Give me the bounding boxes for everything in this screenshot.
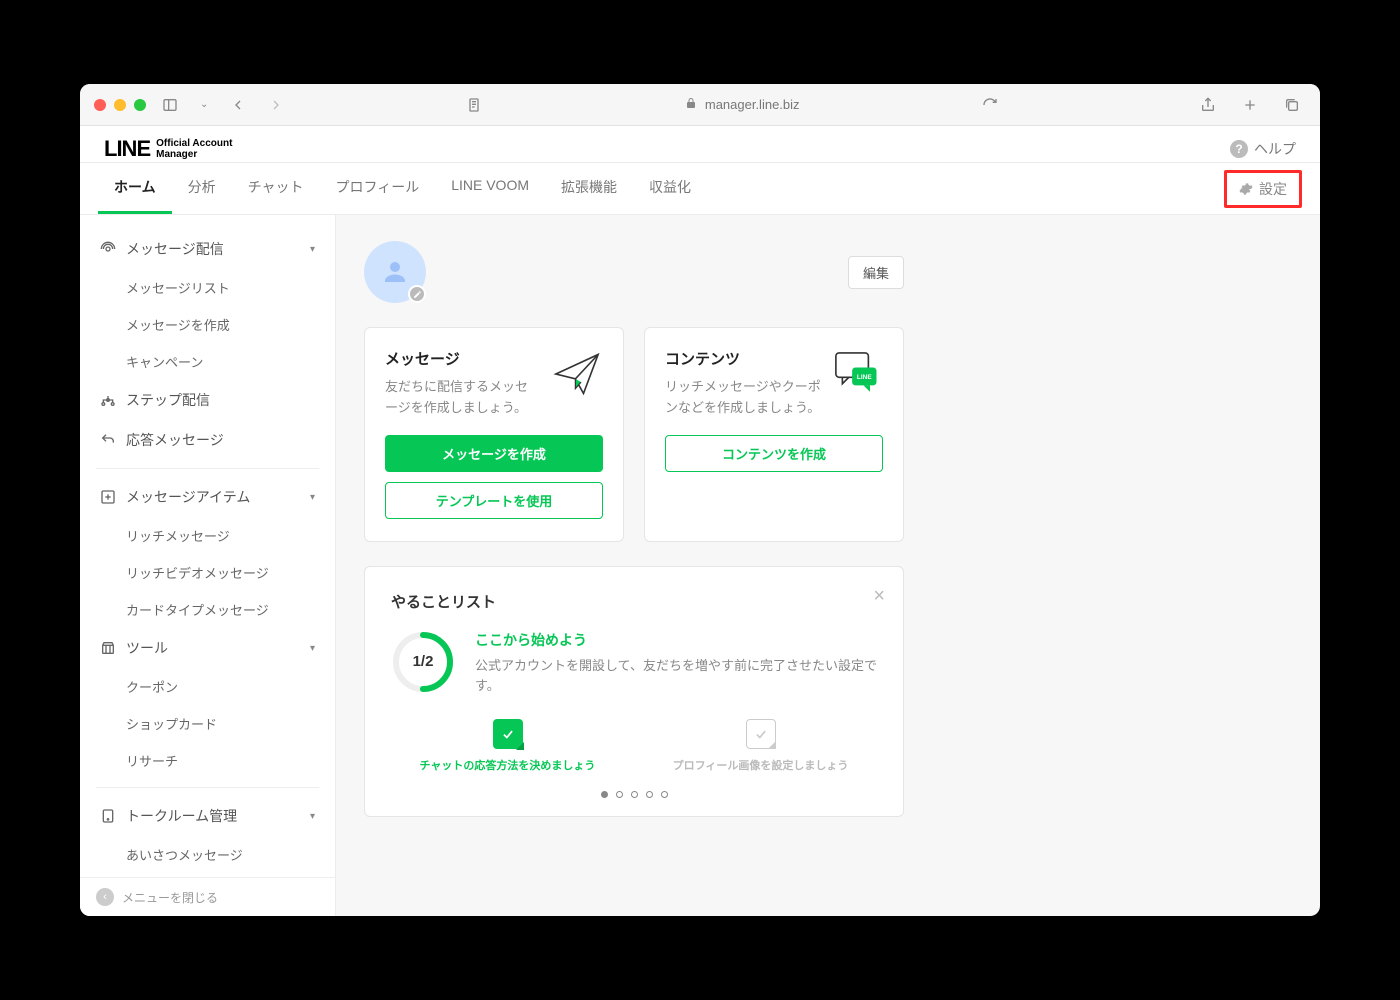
nav-tab-6[interactable]: 収益化 <box>633 163 707 214</box>
person-icon <box>380 257 410 287</box>
sidebar-sub-item[interactable]: メッセージを作成 <box>80 306 335 343</box>
sidebar-sub-item[interactable]: あいさつメッセージ <box>80 836 335 873</box>
sidebar-collapse-button[interactable]: ‹ メニューを閉じる <box>80 877 335 916</box>
sidebar-group[interactable]: トークルーム管理▾ <box>80 796 335 836</box>
tabs-overview-icon[interactable] <box>1278 95 1306 115</box>
todo-step-pending-label: プロフィール画像を設定しましょう <box>673 757 849 773</box>
pager-dots <box>391 791 877 798</box>
sidebar-sub-item[interactable]: キャンペーン <box>80 343 335 380</box>
sidebar: メッセージ配信▾メッセージリストメッセージを作成キャンペーンステップ配信応答メッ… <box>80 215 336 916</box>
close-window-dot[interactable] <box>94 99 106 111</box>
nav-tab-2[interactable]: チャット <box>232 163 320 214</box>
avatar-edit-badge[interactable] <box>408 285 426 303</box>
sidebar-toggle-icon[interactable] <box>156 95 184 115</box>
sidebar-sub-item[interactable]: ショップカード <box>80 705 335 742</box>
url-text: manager.line.biz <box>705 97 800 112</box>
create-message-button[interactable]: メッセージを作成 <box>385 435 603 472</box>
card-contents-desc: リッチメッセージやクーポンなどを作成しましょう。 <box>665 377 821 419</box>
nav-tab-5[interactable]: 拡張機能 <box>545 163 633 214</box>
chevron-down-icon: ▾ <box>310 811 315 822</box>
pager-dot[interactable] <box>616 791 623 798</box>
sidebar-group[interactable]: メッセージアイテム▾ <box>80 477 335 517</box>
sidebar-sub-item[interactable]: メッセージリスト <box>80 269 335 306</box>
sidebar-item[interactable]: 応答メッセージ <box>80 420 335 460</box>
svg-text:LINE: LINE <box>857 374 872 381</box>
check-pending-icon <box>746 719 776 749</box>
card-message-title: メッセージ <box>385 348 541 369</box>
settings-button[interactable]: 設定 <box>1224 170 1302 208</box>
reload-icon[interactable] <box>976 95 1004 115</box>
sidebar-sub-item[interactable]: リッチメッセージ <box>80 517 335 554</box>
help-label: ヘルプ <box>1254 139 1296 159</box>
share-icon[interactable] <box>1194 95 1222 115</box>
card-message: メッセージ 友だちに配信するメッセージを作成しましょう。 メッセージを作成 テン… <box>364 327 624 542</box>
card-contents: コンテンツ リッチメッセージやクーポンなどを作成しましょう。 LINE コンテ <box>644 327 904 542</box>
sidebar-collapse-label: メニューを閉じる <box>122 889 218 906</box>
close-icon[interactable]: × <box>873 585 885 608</box>
nav-tab-4[interactable]: LINE VOOM <box>435 163 545 214</box>
chat-bubble-icon: LINE <box>831 348 883 400</box>
sidebar-sub-item[interactable]: リサーチ <box>80 742 335 779</box>
nav-tab-0[interactable]: ホーム <box>98 163 172 214</box>
sidebar-sub-item[interactable]: カードタイプメッセージ <box>80 591 335 628</box>
paper-plane-icon <box>551 348 603 400</box>
nav-tab-3[interactable]: プロフィール <box>319 163 435 214</box>
todo-step-done[interactable]: チャットの応答方法を決めましょう <box>418 719 598 773</box>
todo-step-done-label: チャットの応答方法を決めましょう <box>420 757 596 773</box>
profile-edit-button[interactable]: 編集 <box>848 256 904 289</box>
chevron-down-icon: ▾ <box>310 643 315 654</box>
sidebar-sub-item[interactable]: リッチビデオメッセージ <box>80 554 335 591</box>
pager-dot[interactable] <box>631 791 638 798</box>
sidebar-item[interactable]: ステップ配信 <box>80 380 335 420</box>
address-bar[interactable]: manager.line.biz <box>300 97 1184 112</box>
pencil-icon <box>413 290 422 299</box>
nav-back-icon[interactable] <box>224 95 252 115</box>
chevron-down-icon: ▾ <box>310 492 315 503</box>
sidebar-group[interactable]: ツール▾ <box>80 628 335 668</box>
new-tab-icon[interactable] <box>1236 95 1264 115</box>
chevron-left-icon: ‹ <box>96 888 114 906</box>
sidebar-group[interactable]: メッセージ配信▾ <box>80 229 335 269</box>
browser-window: ⌄ manager.line.biz <box>80 84 1320 916</box>
todo-heading: やることリスト <box>391 591 877 612</box>
main-content: 編集 メッセージ 友だちに配信するメッセージを作成しましょう。 <box>336 215 1320 916</box>
card-message-desc: 友だちに配信するメッセージを作成しましょう。 <box>385 377 541 419</box>
gear-icon <box>1239 182 1253 196</box>
dropdown-caret-icon[interactable]: ⌄ <box>194 97 214 112</box>
nav-tab-1[interactable]: 分析 <box>172 163 232 214</box>
todo-panel: × やることリスト 1/2 ここから始めよう 公式アカウントを開設して、友だちを… <box>364 566 904 818</box>
check-icon <box>493 719 523 749</box>
maximize-window-dot[interactable] <box>134 99 146 111</box>
profile-avatar[interactable] <box>364 241 426 303</box>
create-contents-button[interactable]: コンテンツを作成 <box>665 435 883 472</box>
help-icon: ? <box>1230 140 1248 158</box>
brand-subtitle: Official Account Manager <box>156 138 232 160</box>
pager-dot[interactable] <box>646 791 653 798</box>
nav-forward-icon[interactable] <box>262 95 290 115</box>
settings-label: 設定 <box>1259 179 1287 199</box>
chevron-down-icon: ▾ <box>310 244 315 255</box>
todo-step-pending[interactable]: プロフィール画像を設定しましょう <box>671 719 851 773</box>
progress-text: 1/2 <box>391 630 455 694</box>
reader-icon[interactable] <box>460 95 488 115</box>
profile-row: 編集 <box>364 241 904 303</box>
app-header: LINE Official Account Manager ? ヘルプ <box>80 126 1320 163</box>
pager-dot[interactable] <box>601 791 608 798</box>
traffic-lights <box>94 99 146 111</box>
browser-chrome: ⌄ manager.line.biz <box>80 84 1320 126</box>
sidebar-sub-item[interactable]: クーポン <box>80 668 335 705</box>
brand-logo-text: LINE <box>104 136 150 162</box>
minimize-window-dot[interactable] <box>114 99 126 111</box>
top-nav: ホーム分析チャットプロフィールLINE VOOM拡張機能収益化 設定 <box>80 163 1320 215</box>
pager-dot[interactable] <box>661 791 668 798</box>
todo-start-title: ここから始めよう <box>475 630 877 650</box>
use-template-button[interactable]: テンプレートを使用 <box>385 482 603 519</box>
lock-icon <box>685 97 697 112</box>
brand: LINE Official Account Manager <box>104 136 232 162</box>
help-button[interactable]: ? ヘルプ <box>1230 139 1296 159</box>
chrome-actions <box>1194 95 1306 115</box>
card-contents-title: コンテンツ <box>665 348 821 369</box>
todo-start-desc: 公式アカウントを開設して、友だちを増やす前に完了させたい設定です。 <box>475 656 877 698</box>
progress-ring: 1/2 <box>391 630 455 694</box>
